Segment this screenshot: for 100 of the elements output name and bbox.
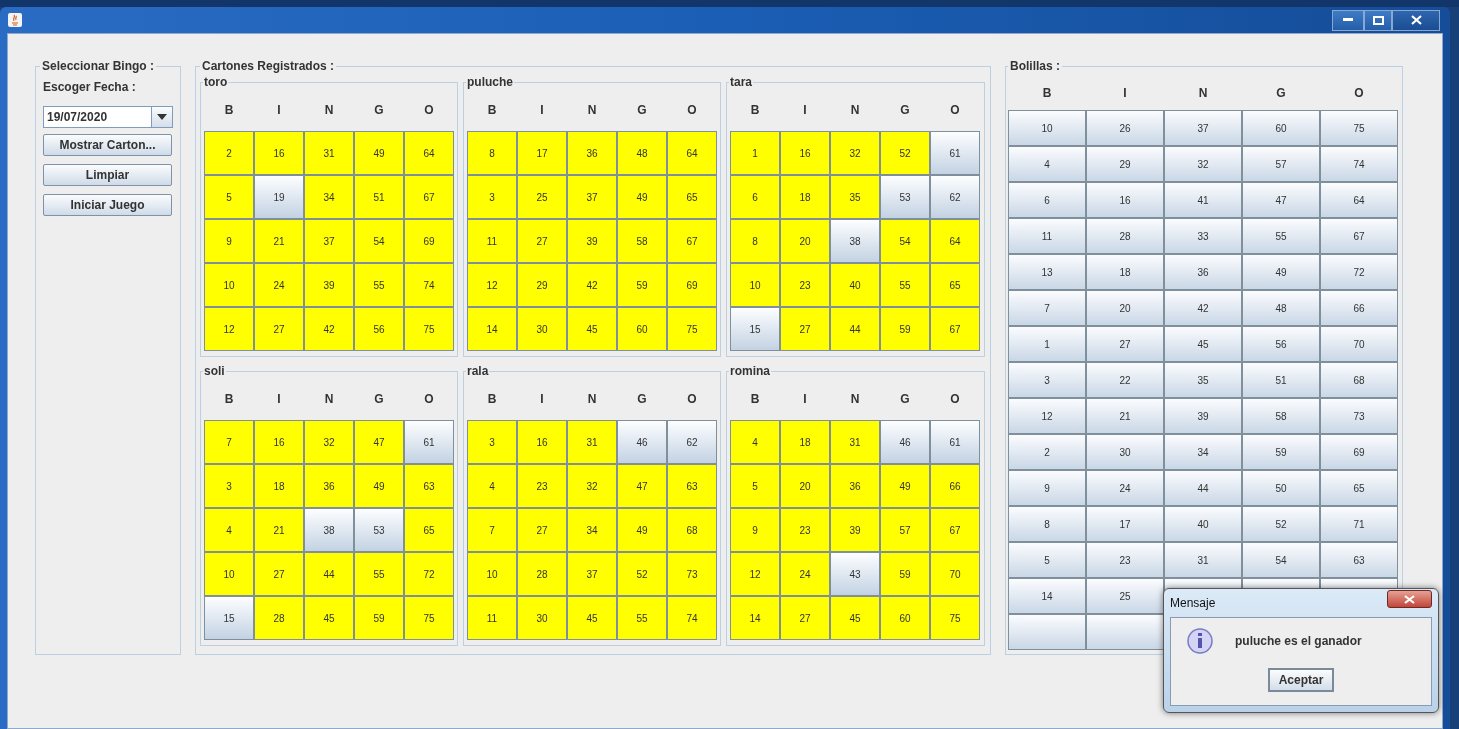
ball-button[interactable]: 51 xyxy=(1242,362,1320,398)
ball-button[interactable]: 16 xyxy=(1086,182,1164,218)
close-button[interactable] xyxy=(1392,9,1440,31)
ball-button[interactable]: 39 xyxy=(1164,398,1242,434)
ball-button[interactable]: 73 xyxy=(1320,398,1398,434)
ball-button[interactable]: 20 xyxy=(1086,290,1164,326)
ball-button[interactable]: 65 xyxy=(1320,470,1398,506)
ball-button[interactable]: 8 xyxy=(1008,506,1086,542)
card-number-cell: 62 xyxy=(930,175,980,219)
card-number-cell: 57 xyxy=(880,508,930,552)
ball-button[interactable]: 64 xyxy=(1320,182,1398,218)
ball-button[interactable]: 13 xyxy=(1008,254,1086,290)
ball-button[interactable]: 37 xyxy=(1164,110,1242,146)
ball-button[interactable]: 55 xyxy=(1242,218,1320,254)
ball-button[interactable]: 18 xyxy=(1086,254,1164,290)
ball-button[interactable]: 6 xyxy=(1008,182,1086,218)
action-button[interactable]: Mostrar Carton... xyxy=(43,134,172,156)
ball-button[interactable]: 33 xyxy=(1164,218,1242,254)
ball-button[interactable]: 29 xyxy=(1086,146,1164,182)
ball-button[interactable]: 22 xyxy=(1086,362,1164,398)
card-number-cell: 45 xyxy=(567,596,617,640)
ball-button[interactable]: 32 xyxy=(1164,146,1242,182)
column-letter: N xyxy=(587,103,597,117)
card-number-cell: 19 xyxy=(254,175,304,219)
ball-button[interactable]: 28 xyxy=(1086,218,1164,254)
ball-button[interactable]: 41 xyxy=(1164,182,1242,218)
ball-button[interactable]: 17 xyxy=(1086,506,1164,542)
ball-button[interactable]: 42 xyxy=(1164,290,1242,326)
card-number-cell: 27 xyxy=(517,219,567,263)
card-number-cell: 48 xyxy=(617,131,667,175)
card-number-cell: 47 xyxy=(617,464,667,508)
ball-button[interactable]: 25 xyxy=(1086,578,1164,614)
ball-button[interactable]: 27 xyxy=(1086,326,1164,362)
card-number-cell: 21 xyxy=(254,219,304,263)
maximize-button[interactable] xyxy=(1364,9,1392,31)
ball-button[interactable]: 63 xyxy=(1320,542,1398,578)
accept-button[interactable]: Aceptar xyxy=(1268,668,1334,692)
ball-button[interactable] xyxy=(1086,614,1164,650)
ball-button[interactable]: 24 xyxy=(1086,470,1164,506)
ball-button[interactable]: 67 xyxy=(1320,218,1398,254)
ball-button[interactable]: 45 xyxy=(1164,326,1242,362)
ball-button[interactable]: 7 xyxy=(1008,290,1086,326)
card-number-cell: 35 xyxy=(830,175,880,219)
card-number-cell: 42 xyxy=(304,307,354,351)
ball-button[interactable]: 48 xyxy=(1242,290,1320,326)
ball-button[interactable]: 1 xyxy=(1008,326,1086,362)
ball-button[interactable]: 60 xyxy=(1242,110,1320,146)
card-number-cell: 46 xyxy=(880,420,930,464)
ball-button[interactable]: 21 xyxy=(1086,398,1164,434)
ball-button[interactable]: 71 xyxy=(1320,506,1398,542)
ball-button[interactable]: 5 xyxy=(1008,542,1086,578)
ball-button[interactable]: 69 xyxy=(1320,434,1398,470)
card-number-cell: 46 xyxy=(617,420,667,464)
ball-button[interactable]: 52 xyxy=(1242,506,1320,542)
close-button[interactable] xyxy=(1387,590,1432,608)
ball-button[interactable]: 49 xyxy=(1242,254,1320,290)
ball-button[interactable] xyxy=(1008,614,1086,650)
ball-button[interactable]: 57 xyxy=(1242,146,1320,182)
ball-button[interactable]: 12 xyxy=(1008,398,1086,434)
ball-button[interactable]: 34 xyxy=(1164,434,1242,470)
ball-button[interactable]: 58 xyxy=(1242,398,1320,434)
ball-button[interactable]: 74 xyxy=(1320,146,1398,182)
ball-button[interactable]: 54 xyxy=(1242,542,1320,578)
ball-button[interactable]: 14 xyxy=(1008,578,1086,614)
ball-button[interactable]: 66 xyxy=(1320,290,1398,326)
column-letter: N xyxy=(587,392,597,406)
action-button[interactable]: Limpiar xyxy=(43,164,172,186)
ball-button[interactable]: 70 xyxy=(1320,326,1398,362)
card-number-cell: 20 xyxy=(780,219,830,263)
ball-button[interactable]: 26 xyxy=(1086,110,1164,146)
close-icon xyxy=(1404,594,1415,604)
ball-button[interactable]: 36 xyxy=(1164,254,1242,290)
ball-button[interactable]: 9 xyxy=(1008,470,1086,506)
ball-button[interactable]: 50 xyxy=(1242,470,1320,506)
ball-button[interactable]: 4 xyxy=(1008,146,1086,182)
panel-title: Cartones Registrados : xyxy=(201,59,336,73)
ball-button[interactable]: 2 xyxy=(1008,434,1086,470)
ball-button[interactable]: 72 xyxy=(1320,254,1398,290)
ball-button[interactable]: 75 xyxy=(1320,110,1398,146)
ball-button[interactable]: 3 xyxy=(1008,362,1086,398)
ball-button[interactable]: 30 xyxy=(1086,434,1164,470)
ball-button[interactable]: 68 xyxy=(1320,362,1398,398)
card-number-cell: 44 xyxy=(830,307,880,351)
ball-button[interactable]: 56 xyxy=(1242,326,1320,362)
action-button[interactable]: Iniciar Juego xyxy=(43,194,172,216)
ball-button[interactable]: 11 xyxy=(1008,218,1086,254)
card-number-cell: 30 xyxy=(517,307,567,351)
ball-button[interactable]: 31 xyxy=(1164,542,1242,578)
ball-button[interactable]: 59 xyxy=(1242,434,1320,470)
ball-button[interactable]: 47 xyxy=(1242,182,1320,218)
ball-button[interactable]: 10 xyxy=(1008,110,1086,146)
date-dropdown[interactable]: 19/07/2020 xyxy=(43,106,173,128)
card-number-cell: 63 xyxy=(667,464,717,508)
column-letter: N xyxy=(324,392,334,406)
ball-button[interactable]: 40 xyxy=(1164,506,1242,542)
ball-button[interactable]: 44 xyxy=(1164,470,1242,506)
ball-button[interactable]: 35 xyxy=(1164,362,1242,398)
minimize-button[interactable] xyxy=(1332,9,1364,31)
card-number-cell: 11 xyxy=(467,596,517,640)
ball-button[interactable]: 23 xyxy=(1086,542,1164,578)
